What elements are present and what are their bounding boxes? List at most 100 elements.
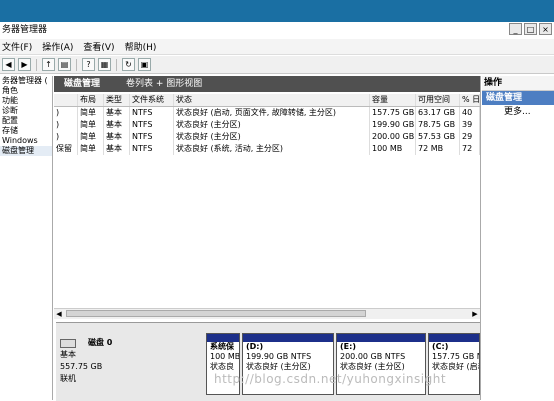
cell-layout: 简单 xyxy=(78,131,104,143)
volume-status: 状态良好 (主分区) xyxy=(246,362,311,371)
tree-item-disk-management[interactable]: 磁盘管理 xyxy=(0,146,52,156)
volume-bar xyxy=(337,334,425,342)
cell-free-space: 63.17 GB xyxy=(416,107,460,119)
properties-icon[interactable]: ▦ xyxy=(98,58,111,71)
close-button[interactable]: × xyxy=(539,23,552,35)
menu-bar: 文件(F) 操作(A) 查看(V) 帮助(H) xyxy=(0,39,554,55)
volume-list-header: 布局 类型 文件系统 状态 容量 可用空间 % 日 xyxy=(54,94,480,107)
menu-action[interactable]: 操作(A) xyxy=(42,40,73,53)
cell-percent-free: 72 xyxy=(460,143,480,155)
back-icon[interactable]: ◀ xyxy=(2,58,15,71)
cell-capacity: 157.75 GB xyxy=(372,107,416,119)
refresh-icon[interactable]: ↻ xyxy=(122,58,135,71)
menu-file[interactable]: 文件(F) xyxy=(2,40,32,53)
disk-type: 基本 xyxy=(60,350,76,359)
cell-status: 状态良好 (主分区) xyxy=(174,119,370,131)
cell-capacity: 200.00 GB xyxy=(372,131,416,143)
actions-pane: 操作 磁盘管理 更多... xyxy=(482,76,554,400)
horizontal-scrollbar[interactable]: ◀ ▶ xyxy=(54,308,480,319)
volume-size: 200.00 GB NTFS xyxy=(340,352,406,361)
volume-name: (E:) xyxy=(340,342,356,351)
panel-title: 磁盘管理 xyxy=(64,79,101,89)
tree-item-diagnostics[interactable]: 诊断 xyxy=(0,106,52,116)
tree-item-storage[interactable]: 存储 xyxy=(0,126,52,136)
toolbar-separator xyxy=(36,58,37,71)
cell-volume: ) xyxy=(54,107,78,119)
actions-more-link[interactable]: 更多... xyxy=(482,105,554,119)
disk-state: 联机 xyxy=(60,374,76,383)
cell-type: 基本 xyxy=(104,131,130,143)
scroll-left-icon[interactable]: ◀ xyxy=(54,309,64,319)
cell-percent-free: 39 xyxy=(460,119,480,131)
volume-name: (D:) xyxy=(246,342,264,351)
volume-bar xyxy=(429,334,479,342)
cell-filesystem: NTFS xyxy=(130,131,174,143)
column-free-space[interactable]: 可用空间 xyxy=(416,94,460,106)
disk-graphical-view: 磁盘 0 基本 557.75 GB 联机 系统保 100 MB 状态良 (D:)… xyxy=(56,322,480,401)
tree-item-roles[interactable]: 角色 xyxy=(0,86,52,96)
center-pane: 磁盘管理 卷列表 + 图形视图 布局 类型 文件系统 状态 容量 可用空间 % … xyxy=(54,76,481,401)
window-controls: _ □ × xyxy=(509,23,552,38)
column-capacity[interactable]: 容量 xyxy=(370,94,416,106)
table-row[interactable]: ) 简单 基本 NTFS 状态良好 (主分区) 200.00 GB 57.53 … xyxy=(54,131,480,143)
maximize-button[interactable]: □ xyxy=(524,23,537,35)
window-title: 务器管理器 xyxy=(2,25,48,35)
volume-size: 157.75 GB NTFS xyxy=(432,352,479,361)
cell-type: 基本 xyxy=(104,107,130,119)
cell-status: 状态良好 (主分区) xyxy=(174,131,370,143)
volume-status: 状态良好 (主分区) xyxy=(340,362,405,371)
column-status[interactable]: 状态 xyxy=(174,94,370,106)
volume-size: 100 MB xyxy=(210,352,239,361)
panel-header: 磁盘管理 卷列表 + 图形视图 xyxy=(54,76,480,92)
column-volume[interactable] xyxy=(54,94,78,106)
table-row[interactable]: ) 简单 基本 NTFS 状态良好 (主分区) 199.90 GB 78.75 … xyxy=(54,119,480,131)
cell-volume: ) xyxy=(54,119,78,131)
cell-percent-free: 29 xyxy=(460,131,480,143)
column-layout[interactable]: 布局 xyxy=(78,94,104,106)
volume-size: 199.90 GB NTFS xyxy=(246,352,312,361)
minimize-button[interactable]: _ xyxy=(509,23,522,35)
toolbar-separator xyxy=(76,58,77,71)
window-titlebar xyxy=(0,0,554,22)
cell-volume: 保留 xyxy=(54,143,78,155)
column-percent-free[interactable]: % 日 xyxy=(460,94,480,106)
cell-layout: 简单 xyxy=(78,119,104,131)
cell-type: 基本 xyxy=(104,119,130,131)
export-icon[interactable]: ▣ xyxy=(138,58,151,71)
column-filesystem[interactable]: 文件系统 xyxy=(130,94,174,106)
disk-info[interactable]: 磁盘 0 基本 557.75 GB 联机 xyxy=(60,337,146,395)
tree-item-windows-backup[interactable]: Windows xyxy=(0,136,52,146)
column-type[interactable]: 类型 xyxy=(104,94,130,106)
up-folder-icon[interactable]: ↑ xyxy=(42,58,55,71)
scrollbar-thumb[interactable] xyxy=(66,310,366,317)
help-icon[interactable]: ? xyxy=(82,58,95,71)
tree-item-configuration[interactable]: 配置 xyxy=(0,116,52,126)
tree-item-features[interactable]: 功能 xyxy=(0,96,52,106)
toolbar: ◀ ▶ ↑ ▤ ? ▦ ↻ ▣ xyxy=(0,56,554,74)
forward-icon[interactable]: ▶ xyxy=(18,58,31,71)
cell-volume: ) xyxy=(54,131,78,143)
cell-free-space: 57.53 GB xyxy=(416,131,460,143)
menu-help[interactable]: 帮助(H) xyxy=(125,40,157,53)
actions-section-disk-management[interactable]: 磁盘管理 xyxy=(482,91,554,105)
volume-status: 状态良好 (启动, 页面文件, 故障转储, 主分区) xyxy=(432,362,479,371)
cell-status: 状态良好 (启动, 页面文件, 故障转储, 主分区) xyxy=(174,107,370,119)
scroll-right-icon[interactable]: ▶ xyxy=(470,309,480,319)
console-tree-icon[interactable]: ▤ xyxy=(58,58,71,71)
tree-item-server-manager[interactable]: 务器管理器 ( xyxy=(0,76,52,86)
cell-layout: 简单 xyxy=(78,143,104,155)
table-row[interactable]: 保留 简单 基本 NTFS 状态良好 (系统, 活动, 主分区) 100 MB … xyxy=(54,143,480,155)
view-mode-label: 卷列表 + 图形视图 xyxy=(126,79,203,89)
disk-size: 557.75 GB xyxy=(60,362,103,371)
cell-filesystem: NTFS xyxy=(130,119,174,131)
table-row[interactable]: ) 简单 基本 NTFS 状态良好 (启动, 页面文件, 故障转储, 主分区) … xyxy=(54,107,480,119)
menu-view[interactable]: 查看(V) xyxy=(83,40,114,53)
actions-header: 操作 xyxy=(482,76,554,91)
volume-name: (C:) xyxy=(432,342,449,351)
disk-name: 磁盘 0 xyxy=(88,338,113,347)
volume-bar xyxy=(207,334,239,342)
cell-layout: 简单 xyxy=(78,107,104,119)
cell-free-space: 78.75 GB xyxy=(416,119,460,131)
cell-status: 状态良好 (系统, 活动, 主分区) xyxy=(174,143,370,155)
cell-capacity: 199.90 GB xyxy=(372,119,416,131)
